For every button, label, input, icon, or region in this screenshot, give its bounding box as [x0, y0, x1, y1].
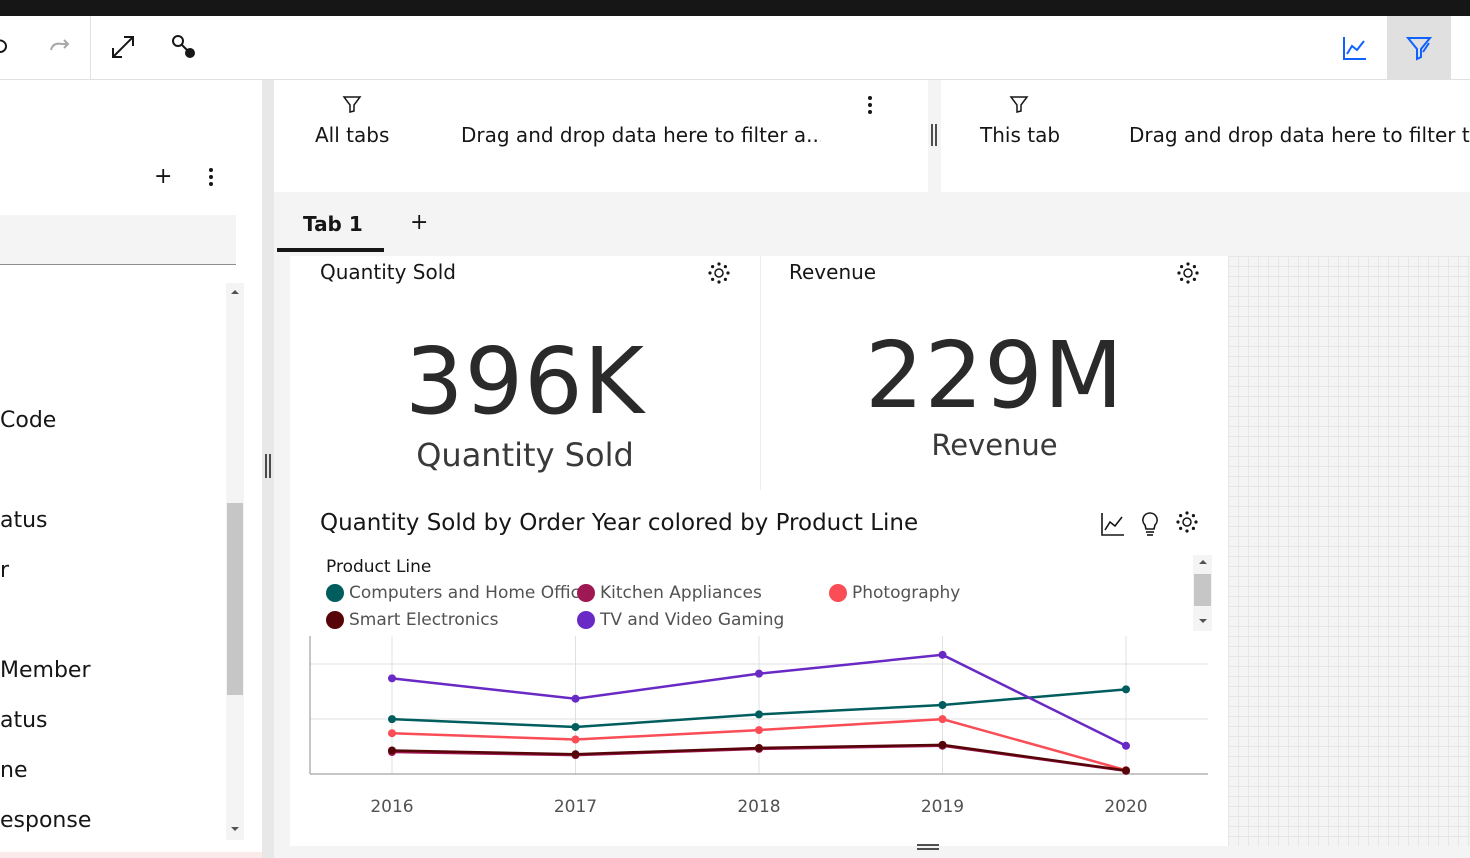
legend-scrollbar-thumb[interactable]: [1194, 574, 1211, 606]
data-point: [938, 650, 947, 659]
tab-1[interactable]: Tab 1: [303, 212, 363, 236]
data-point: [938, 740, 947, 749]
scroll-up-arrow-icon[interactable]: [1197, 558, 1209, 566]
data-item[interactable]: esponse: [0, 808, 91, 833]
canvas-grid: [1228, 256, 1470, 846]
x-tick-label: 2016: [370, 797, 413, 817]
chart-title: Quantity Sold by Order Year colored by P…: [320, 510, 919, 536]
data-point: [1122, 741, 1130, 750]
data-point: [755, 743, 763, 752]
lightbulb-icon[interactable]: [1139, 511, 1161, 537]
data-item[interactable]: Member: [0, 658, 91, 683]
this-tab-filter-label: This tab: [980, 123, 1061, 147]
data-item[interactable]: atus: [0, 508, 48, 533]
window-top-bar: [0, 0, 1470, 16]
legend-title: Product Line: [326, 557, 432, 577]
line-chart-icon[interactable]: [1100, 511, 1126, 537]
overflow-menu-icon[interactable]: [203, 166, 219, 188]
scroll-up-arrow-icon[interactable]: [229, 288, 241, 296]
scroll-down-arrow-icon[interactable]: [1197, 617, 1209, 625]
data-point: [388, 746, 396, 755]
x-tick-label: 2018: [737, 797, 780, 817]
data-item[interactable]: r: [0, 558, 9, 583]
data-point: [388, 715, 396, 724]
legend-item-photography[interactable]: Photography: [829, 583, 960, 603]
data-point: [755, 726, 763, 735]
add-tab-button[interactable]: +: [410, 210, 428, 235]
data-sources-panel: [0, 80, 262, 858]
legend-item-tv[interactable]: TV and Video Gaming: [577, 610, 784, 630]
widget-settings-icon[interactable]: [1176, 261, 1200, 285]
this-tab-drop-zone[interactable]: Drag and drop data here to filter t...: [1129, 123, 1470, 147]
widget-settings-icon[interactable]: [707, 261, 731, 285]
tab-bar: [274, 193, 1470, 255]
left-scrollbar-thumb[interactable]: [227, 503, 243, 695]
filter-edit-icon[interactable]: [1405, 34, 1433, 62]
data-point: [938, 715, 947, 724]
relationship-icon[interactable]: [171, 34, 197, 60]
data-item[interactable]: Code: [0, 408, 56, 433]
maximize-icon[interactable]: [110, 34, 136, 60]
line-chart-plot: 2016 2017 2018 2019 2020: [309, 636, 1208, 817]
redo-icon[interactable]: [48, 36, 72, 58]
legend-swatch: [326, 611, 344, 629]
data-point: [571, 722, 580, 731]
x-tick-label: 2019: [921, 797, 964, 817]
data-point: [1122, 685, 1130, 694]
legend-label: Kitchen Appliances: [600, 583, 762, 603]
data-point: [388, 729, 396, 738]
all-tabs-filter-label: All tabs: [315, 123, 390, 147]
data-item[interactable]: atus: [0, 708, 48, 733]
active-tab-indicator: [277, 248, 384, 252]
canvas-footer: [274, 846, 1470, 858]
add-source-button[interactable]: +: [154, 164, 172, 189]
filter-resize-handle-icon[interactable]: [930, 123, 938, 147]
kpi-quantity-value: 396K: [405, 328, 645, 435]
scroll-down-arrow-icon[interactable]: [229, 825, 241, 833]
legend-label: TV and Video Gaming: [600, 610, 785, 630]
all-tabs-drop-zone[interactable]: Drag and drop data here to filter a...: [461, 123, 821, 147]
filter-icon: [1009, 94, 1029, 114]
x-tick-label: 2017: [554, 797, 597, 817]
legend-label: Photography: [852, 583, 961, 603]
legend-label: Smart Electronics: [349, 610, 499, 630]
data-point: [1122, 766, 1130, 775]
legend-item-smart[interactable]: Smart Electronics: [326, 610, 498, 630]
kpi-quantity-label: Quantity Sold: [416, 436, 634, 474]
toolbar-separator: [90, 16, 91, 79]
data-point: [938, 701, 947, 709]
data-point: [571, 750, 580, 759]
x-tick-label: 2020: [1104, 797, 1147, 817]
resize-handle-icon[interactable]: [264, 453, 272, 479]
kpi-revenue-title: Revenue: [789, 260, 877, 284]
legend-swatch: [829, 584, 847, 602]
data-search-input[interactable]: [0, 215, 236, 265]
left-panel-footer: [0, 852, 262, 858]
legend-item-kitchen[interactable]: Kitchen Appliances: [577, 583, 762, 603]
data-point: [388, 674, 396, 683]
visualization-icon[interactable]: [1341, 34, 1369, 62]
bottom-resize-handle-icon[interactable]: [916, 843, 940, 851]
widget-settings-icon[interactable]: [1175, 510, 1199, 534]
kpi-revenue-label: Revenue: [931, 428, 1058, 462]
data-point: [571, 694, 580, 703]
filter-icon: [342, 94, 362, 114]
data-point: [755, 669, 763, 678]
filter-overflow-menu-icon[interactable]: [862, 94, 878, 116]
toolbar: [0, 16, 1470, 80]
kpi-quantity-title: Quantity Sold: [320, 260, 456, 284]
data-item[interactable]: ne: [0, 758, 27, 783]
legend-swatch: [577, 611, 595, 629]
data-point: [571, 735, 580, 744]
legend-swatch: [577, 584, 595, 602]
legend-label: Computers and Home Office: [349, 583, 591, 603]
legend-swatch: [326, 584, 344, 602]
data-point: [755, 710, 763, 719]
kpi-revenue-value: 229M: [865, 322, 1124, 429]
undo-icon[interactable]: [0, 36, 14, 58]
legend-item-computers[interactable]: Computers and Home Office: [326, 583, 590, 603]
